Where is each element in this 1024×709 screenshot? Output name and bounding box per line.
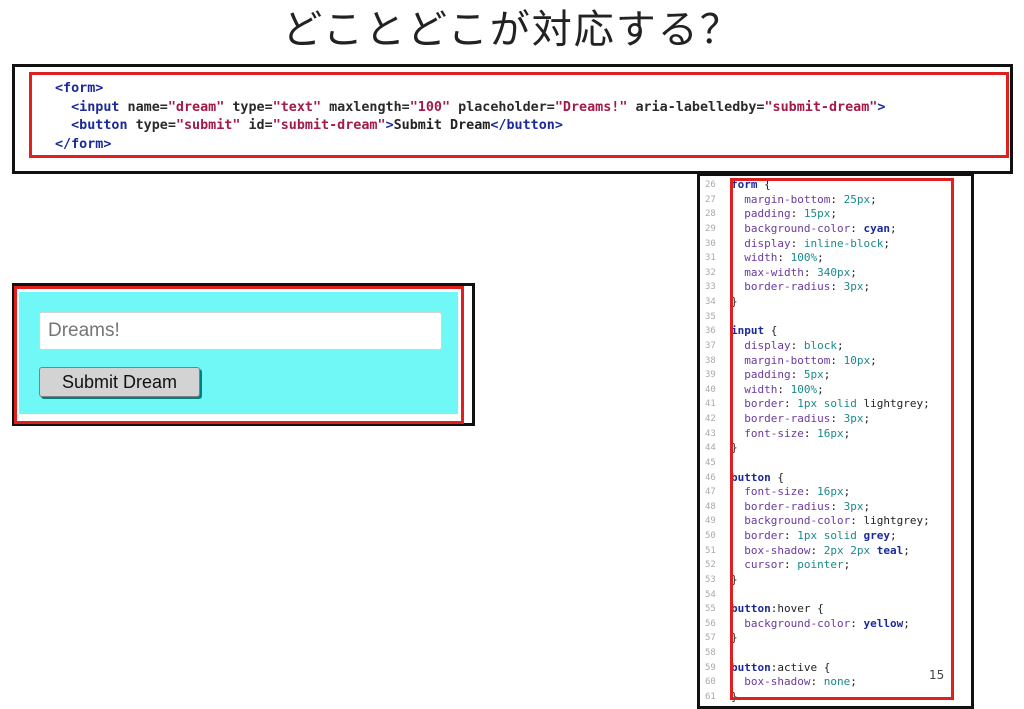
line-number: 60 xyxy=(705,677,716,688)
code-attr: name= xyxy=(119,99,168,115)
line-number: 38 xyxy=(705,355,716,366)
line-number: 36 xyxy=(705,326,716,337)
line-number: 30 xyxy=(705,238,716,249)
line-number: 43 xyxy=(705,428,716,439)
code-string: "submit-dream" xyxy=(764,99,878,115)
code-input-tag: <input xyxy=(71,99,120,115)
code-button-text: Submit Dream xyxy=(393,118,491,133)
line-number: 52 xyxy=(705,560,716,571)
html-code-block: <form> <input name="dream" type="text" m… xyxy=(55,80,885,154)
line-number: 28 xyxy=(705,209,716,220)
preview-highlight xyxy=(14,286,464,424)
line-number: 59 xyxy=(705,662,716,673)
page-number: 15 xyxy=(929,668,945,682)
code-string: "Dreams!" xyxy=(554,99,628,115)
css-code-highlight xyxy=(730,178,954,700)
code-attr: id= xyxy=(240,118,273,133)
code-string: "submit" xyxy=(175,118,241,133)
page-title: どことどこが対応する？ xyxy=(282,7,742,53)
code-form-open: <form> xyxy=(55,81,104,96)
line-number: 35 xyxy=(705,311,716,322)
code-tag-close: > xyxy=(877,99,886,115)
line-number: 33 xyxy=(705,282,716,293)
line-number: 44 xyxy=(705,443,716,454)
line-number: 37 xyxy=(705,340,716,351)
line-number: 46 xyxy=(705,472,716,483)
code-button-end-tag: </button> xyxy=(490,118,563,133)
code-string: "dream" xyxy=(167,99,225,115)
line-number: 51 xyxy=(705,545,716,556)
line-number: 32 xyxy=(705,267,716,278)
code-string: "text" xyxy=(272,99,322,115)
code-attr: type= xyxy=(224,99,273,115)
line-number: 40 xyxy=(705,384,716,395)
line-number: 34 xyxy=(705,297,716,307)
code-attr: aria-labelledby= xyxy=(627,99,765,115)
line-number: 61 xyxy=(705,691,716,702)
line-number: 54 xyxy=(705,589,716,600)
line-number: 58 xyxy=(705,648,716,658)
line-number: 42 xyxy=(705,414,716,424)
line-number: 56 xyxy=(705,618,716,629)
line-number: 41 xyxy=(705,399,716,410)
code-attr: placeholder= xyxy=(450,99,555,115)
line-number: 48 xyxy=(705,501,716,512)
line-number: 49 xyxy=(705,516,716,527)
code-string: "100" xyxy=(409,99,451,115)
line-number: 31 xyxy=(705,253,716,264)
line-number: 53 xyxy=(705,574,716,585)
line-number: 26 xyxy=(705,180,716,190)
line-number: 57 xyxy=(705,633,716,644)
line-number: 39 xyxy=(705,370,716,381)
code-attr: maxlength= xyxy=(321,99,410,115)
line-number: 55 xyxy=(705,604,716,615)
code-attr: type= xyxy=(127,118,176,133)
line-number: 45 xyxy=(705,457,716,468)
code-tag-close: > xyxy=(385,118,394,133)
line-number: 29 xyxy=(705,223,716,234)
line-number: 47 xyxy=(705,487,716,498)
code-string: "submit-dream" xyxy=(272,118,386,133)
line-number: 50 xyxy=(705,531,716,541)
code-button-tag: <button xyxy=(71,118,128,133)
code-form-close: </form> xyxy=(55,136,112,152)
line-number: 27 xyxy=(705,194,716,205)
